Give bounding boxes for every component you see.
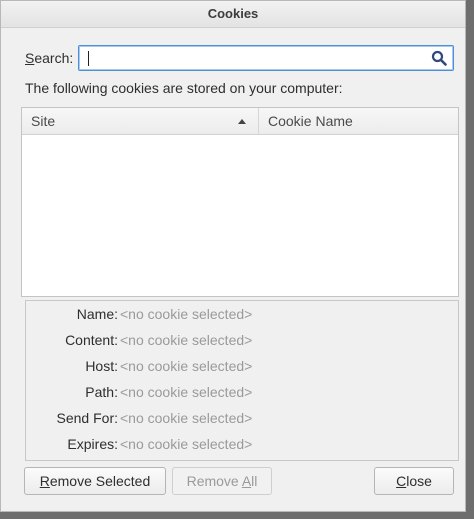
column-header-site[interactable]: Site	[22, 108, 259, 134]
cookie-details-panel: Name: <no cookie selected> Content: <no …	[25, 300, 459, 461]
detail-label: Expires:	[67, 436, 118, 452]
remove-selected-button[interactable]: Remove Selected	[24, 467, 166, 495]
title-bar[interactable]: Cookies	[1, 1, 465, 28]
remove-all-button[interactable]: Remove All	[172, 467, 272, 495]
detail-label: Send For:	[56, 410, 118, 426]
detail-label: Path:	[85, 384, 118, 400]
cookies-description: The following cookies are stored on your…	[25, 80, 343, 96]
detail-value: <no cookie selected>	[120, 384, 253, 400]
tree-header: Site Cookie Name	[22, 108, 458, 135]
cookies-dialog: Cookies Search: The following cookies ar…	[0, 0, 466, 512]
detail-value: <no cookie selected>	[120, 410, 253, 426]
close-button[interactable]: Close	[374, 467, 454, 495]
text-caret	[88, 51, 89, 66]
detail-value: <no cookie selected>	[120, 332, 253, 348]
column-cookie-name-label: Cookie Name	[268, 113, 353, 129]
window-title: Cookies	[207, 6, 259, 21]
cookie-tree[interactable]: Site Cookie Name	[21, 107, 459, 297]
search-row: Search:	[25, 45, 454, 71]
detail-label: Content:	[65, 332, 118, 348]
detail-label: Name:	[76, 306, 118, 322]
search-icon[interactable]	[431, 50, 447, 66]
search-field[interactable]	[78, 45, 454, 71]
detail-value: <no cookie selected>	[120, 436, 253, 452]
search-label: Search:	[25, 50, 74, 66]
detail-value: <no cookie selected>	[120, 358, 253, 374]
detail-value: <no cookie selected>	[120, 306, 253, 322]
sort-ascending-icon	[238, 119, 246, 124]
detail-label: Host:	[85, 358, 118, 374]
search-input[interactable]	[79, 46, 435, 70]
column-header-cookie-name[interactable]: Cookie Name	[259, 108, 458, 134]
column-site-label: Site	[31, 113, 56, 129]
